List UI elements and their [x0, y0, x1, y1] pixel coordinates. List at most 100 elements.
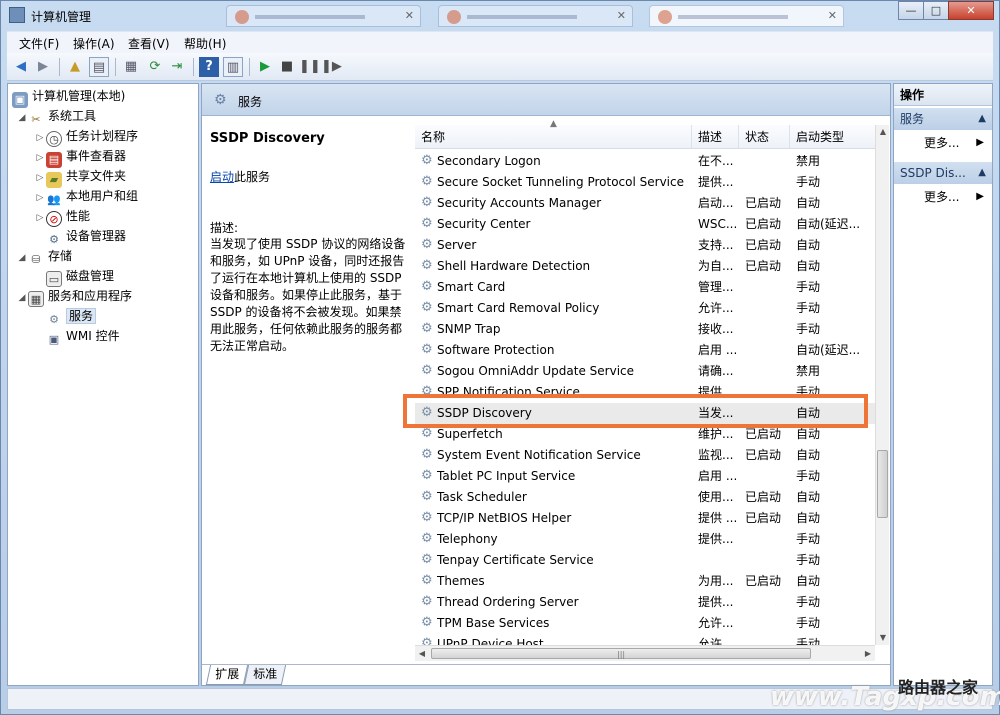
service-row[interactable]: ⚙ SPP Notification Service 提供... 手动: [415, 382, 875, 403]
stop-service-icon[interactable]: ■: [277, 57, 297, 77]
service-row[interactable]: ⚙ Secure Socket Tunneling Protocol Servic…: [415, 172, 875, 193]
back-icon[interactable]: ◀: [11, 57, 31, 77]
service-gear-icon: ⚙: [421, 594, 433, 609]
service-row[interactable]: ⚙ Task Scheduler 使用... 已启动 自动: [415, 487, 875, 508]
service-row[interactable]: ⚙ SNMP Trap 接收... 手动: [415, 319, 875, 340]
scroll-right-icon[interactable]: ▶: [861, 646, 875, 662]
service-name: Security Accounts Manager: [437, 196, 602, 210]
tab-extended[interactable]: 扩展: [205, 665, 249, 685]
collapse-up-icon[interactable]: ▲: [978, 108, 986, 130]
start-service-icon[interactable]: ▶: [255, 57, 275, 77]
service-row[interactable]: ⚙ System Event Notification Service 监视... 已…: [415, 445, 875, 466]
minimize-button[interactable]: —: [898, 1, 924, 20]
help-icon[interactable]: ?: [199, 57, 219, 77]
column-header-status[interactable]: 状态: [739, 125, 790, 149]
scroll-down-icon[interactable]: ▼: [876, 631, 890, 645]
tree-item-shared-folders[interactable]: ▷ ▰ 共享文件夹: [34, 166, 126, 188]
horizontal-scroll-thumb[interactable]: |||: [431, 648, 811, 659]
menu-help[interactable]: 帮助(H): [184, 35, 226, 52]
service-row[interactable]: ⚙ Shell Hardware Detection 为自... 已启动 自动: [415, 256, 875, 277]
service-row[interactable]: ⚙ Security Accounts Manager 启动... 已启动 自动: [415, 193, 875, 214]
collapse-icon[interactable]: ◢: [16, 248, 28, 268]
service-row[interactable]: ⚙ Smart Card 管理... 手动: [415, 277, 875, 298]
performance-icon: ⊘: [46, 211, 62, 227]
service-gear-icon: ⚙: [421, 426, 433, 441]
service-row[interactable]: ⚙ Tenpay Certificate Service 手动: [415, 550, 875, 571]
service-row[interactable]: ⚙ Thread Ordering Server 提供... 手动: [415, 592, 875, 613]
service-row[interactable]: ⚙ Themes 为用... 已启动 自动: [415, 571, 875, 592]
service-row[interactable]: ⚙ UPnP Device Host 允许... 手动: [415, 634, 875, 645]
restart-service-icon[interactable]: ❚▶: [321, 57, 342, 77]
service-gear-icon: ⚙: [421, 510, 433, 525]
menu-view[interactable]: 查看(V): [128, 35, 170, 52]
actions-more-ssdp[interactable]: 更多... ▶: [894, 186, 992, 208]
service-name: SSDP Discovery: [437, 406, 532, 420]
actions-section-ssdp[interactable]: SSDP Dis... ▲: [894, 162, 992, 184]
actions-section-services[interactable]: 服务 ▲: [894, 108, 992, 130]
service-description: 为用...: [698, 574, 734, 588]
tree-item-task-scheduler[interactable]: ▷ ◷ 任务计划程序: [34, 126, 138, 148]
tree-item-local-users[interactable]: ▷ 👥 本地用户和组: [34, 186, 138, 206]
close-button[interactable]: ✕: [948, 1, 994, 20]
pause-service-icon[interactable]: ❚❚: [299, 57, 321, 77]
expand-icon[interactable]: ▷: [34, 128, 46, 148]
column-header-name[interactable]: 名称: [415, 125, 692, 149]
service-name: Tenpay Certificate Service: [437, 553, 594, 567]
forward-icon[interactable]: ▶: [33, 57, 53, 77]
service-row[interactable]: ⚙ Security Center WSC... 已启动 自动(延迟...: [415, 214, 875, 235]
vertical-scroll-thumb[interactable]: [877, 450, 888, 518]
service-startup-type: 手动: [796, 385, 821, 399]
tree-item-event-viewer[interactable]: ▷ ▤ 事件查看器: [34, 146, 126, 168]
expand-icon[interactable]: ▷: [34, 208, 46, 228]
horizontal-scrollbar[interactable]: ◀ ||| ▶: [415, 645, 875, 661]
properties-icon[interactable]: ▦: [121, 57, 141, 77]
service-row[interactable]: ⚙ Tablet PC Input Service 启用 ... 手动: [415, 466, 875, 487]
service-name: Superfetch: [437, 427, 503, 441]
column-header-startup-type[interactable]: 启动类型: [790, 125, 875, 149]
expand-icon[interactable]: ▷: [34, 148, 46, 168]
tab-standard[interactable]: 标准: [243, 665, 287, 685]
collapse-icon[interactable]: ◢: [16, 288, 28, 308]
service-row[interactable]: ⚙ Superfetch 维护... 已启动 自动: [415, 424, 875, 445]
service-gear-icon: ⚙: [421, 174, 433, 189]
show-hide-tree-icon[interactable]: ▤: [89, 57, 109, 77]
tree-item-services[interactable]: ⚙ 服务: [46, 306, 97, 326]
vertical-scrollbar[interactable]: ▲ ▼: [875, 125, 889, 645]
expand-icon[interactable]: ▷: [34, 168, 46, 188]
start-service-link[interactable]: 启动: [210, 170, 234, 184]
up-folder-icon[interactable]: ▲: [65, 57, 85, 77]
refresh-icon[interactable]: ⟳: [145, 57, 165, 77]
scroll-up-icon[interactable]: ▲: [876, 125, 890, 139]
service-row[interactable]: ⚙ SSDP Discovery 当发... 自动: [415, 403, 875, 424]
actions-more-services[interactable]: 更多... ▶: [894, 132, 992, 154]
service-row[interactable]: ⚙ TCP/IP NetBIOS Helper 提供 ... 已启动 自动: [415, 508, 875, 529]
service-name: Tablet PC Input Service: [437, 469, 576, 483]
menu-action[interactable]: 操作(A): [73, 35, 115, 52]
service-row[interactable]: ⚙ Sogou OmniAddr Update Service 请确... 禁用: [415, 361, 875, 382]
collapse-icon[interactable]: ◢: [16, 108, 28, 128]
collapse-up-icon[interactable]: ▲: [978, 162, 986, 184]
tree-item-performance[interactable]: ▷ ⊘ 性能: [34, 206, 90, 228]
column-header-description[interactable]: 描述: [692, 125, 739, 149]
tree-item-device-manager[interactable]: ⚙ 设备管理器: [46, 226, 126, 246]
menu-file[interactable]: 文件(F): [19, 35, 59, 52]
tree-item-system-tools[interactable]: ◢ ✂ 系统工具: [16, 106, 96, 126]
scroll-left-icon[interactable]: ◀: [415, 646, 429, 662]
tree-item-services-and-apps[interactable]: ◢ ▦ 服务和应用程序: [16, 286, 132, 308]
export-list-icon[interactable]: ⇥: [167, 57, 187, 77]
service-row[interactable]: ⚙ Software Protection 启用 ... 自动(延迟...: [415, 340, 875, 361]
service-row[interactable]: ⚙ Telephony 提供... 手动: [415, 529, 875, 550]
service-row[interactable]: ⚙ Secondary Logon 在不... 禁用: [415, 151, 875, 172]
tree-item-storage[interactable]: ◢ ⛁ 存储: [16, 246, 72, 266]
apps-icon: ▦: [28, 291, 44, 307]
service-row[interactable]: ⚙ Server 支持... 已启动 自动: [415, 235, 875, 256]
tree-item-disk-management[interactable]: ▭ 磁盘管理: [46, 266, 114, 287]
service-row[interactable]: ⚙ Smart Card Removal Policy 允许... 手动: [415, 298, 875, 319]
tree-item-computer-management[interactable]: ▣ 计算机管理(本地): [12, 86, 125, 108]
expand-icon[interactable]: ▷: [34, 188, 46, 208]
actions-pane: 操作 服务 ▲ 更多... ▶ SSDP Dis... ▲ 更多... ▶: [893, 83, 993, 686]
tree-item-wmi-control[interactable]: ▣ WMI 控件: [46, 326, 120, 346]
maximize-button[interactable]: □: [923, 1, 949, 20]
service-row[interactable]: ⚙ TPM Base Services 允许... 手动: [415, 613, 875, 634]
show-action-pane-icon[interactable]: ▥: [223, 57, 243, 77]
